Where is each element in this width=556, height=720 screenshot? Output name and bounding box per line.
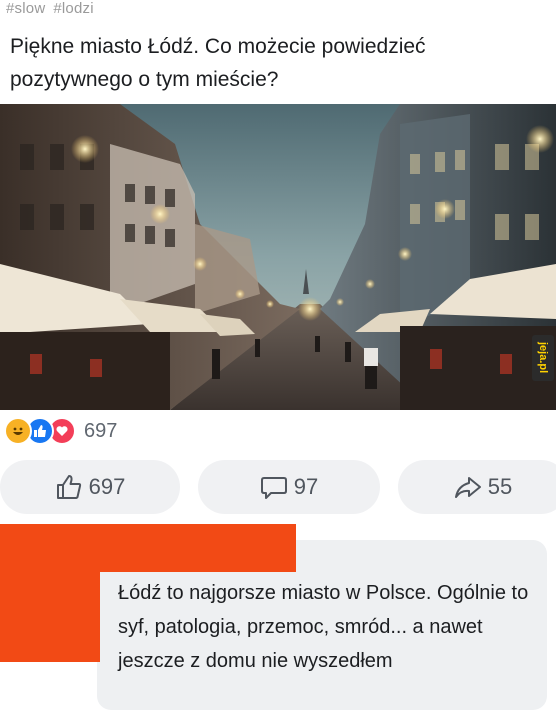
share-arrow-icon (454, 477, 481, 498)
like-count: 697 (88, 474, 126, 499)
redaction-bar-avatar (0, 572, 100, 662)
comment-icon (260, 477, 287, 499)
comment-text: Łódź to najgorsze miasto w Polsce. Ogóln… (118, 582, 529, 672)
comment-count: 97 (293, 474, 319, 499)
reactions-summary[interactable]: 697 (4, 417, 117, 445)
hashtag-slow[interactable]: #slow (6, 0, 45, 17)
hashtag-lodzi[interactable]: #lodzi (53, 0, 93, 17)
comment-button[interactable]: 97 (198, 460, 380, 514)
post-text: Piękne miasto Łódź. Co możecie powiedzie… (10, 35, 426, 91)
thumbs-up-icon (56, 475, 81, 499)
reactions-count: 697 (84, 419, 118, 442)
share-button[interactable]: 55 (398, 460, 556, 514)
hashtags: #slow #lodzi (6, 0, 102, 17)
jeja-watermark: jeja.pl (532, 335, 554, 381)
like-button[interactable]: 697 (0, 460, 180, 514)
redaction-bar-name (0, 524, 296, 572)
post-photo[interactable] (0, 104, 556, 410)
street-photo-illustration (0, 104, 556, 410)
haha-icon (4, 417, 32, 445)
share-count: 55 (487, 474, 513, 499)
